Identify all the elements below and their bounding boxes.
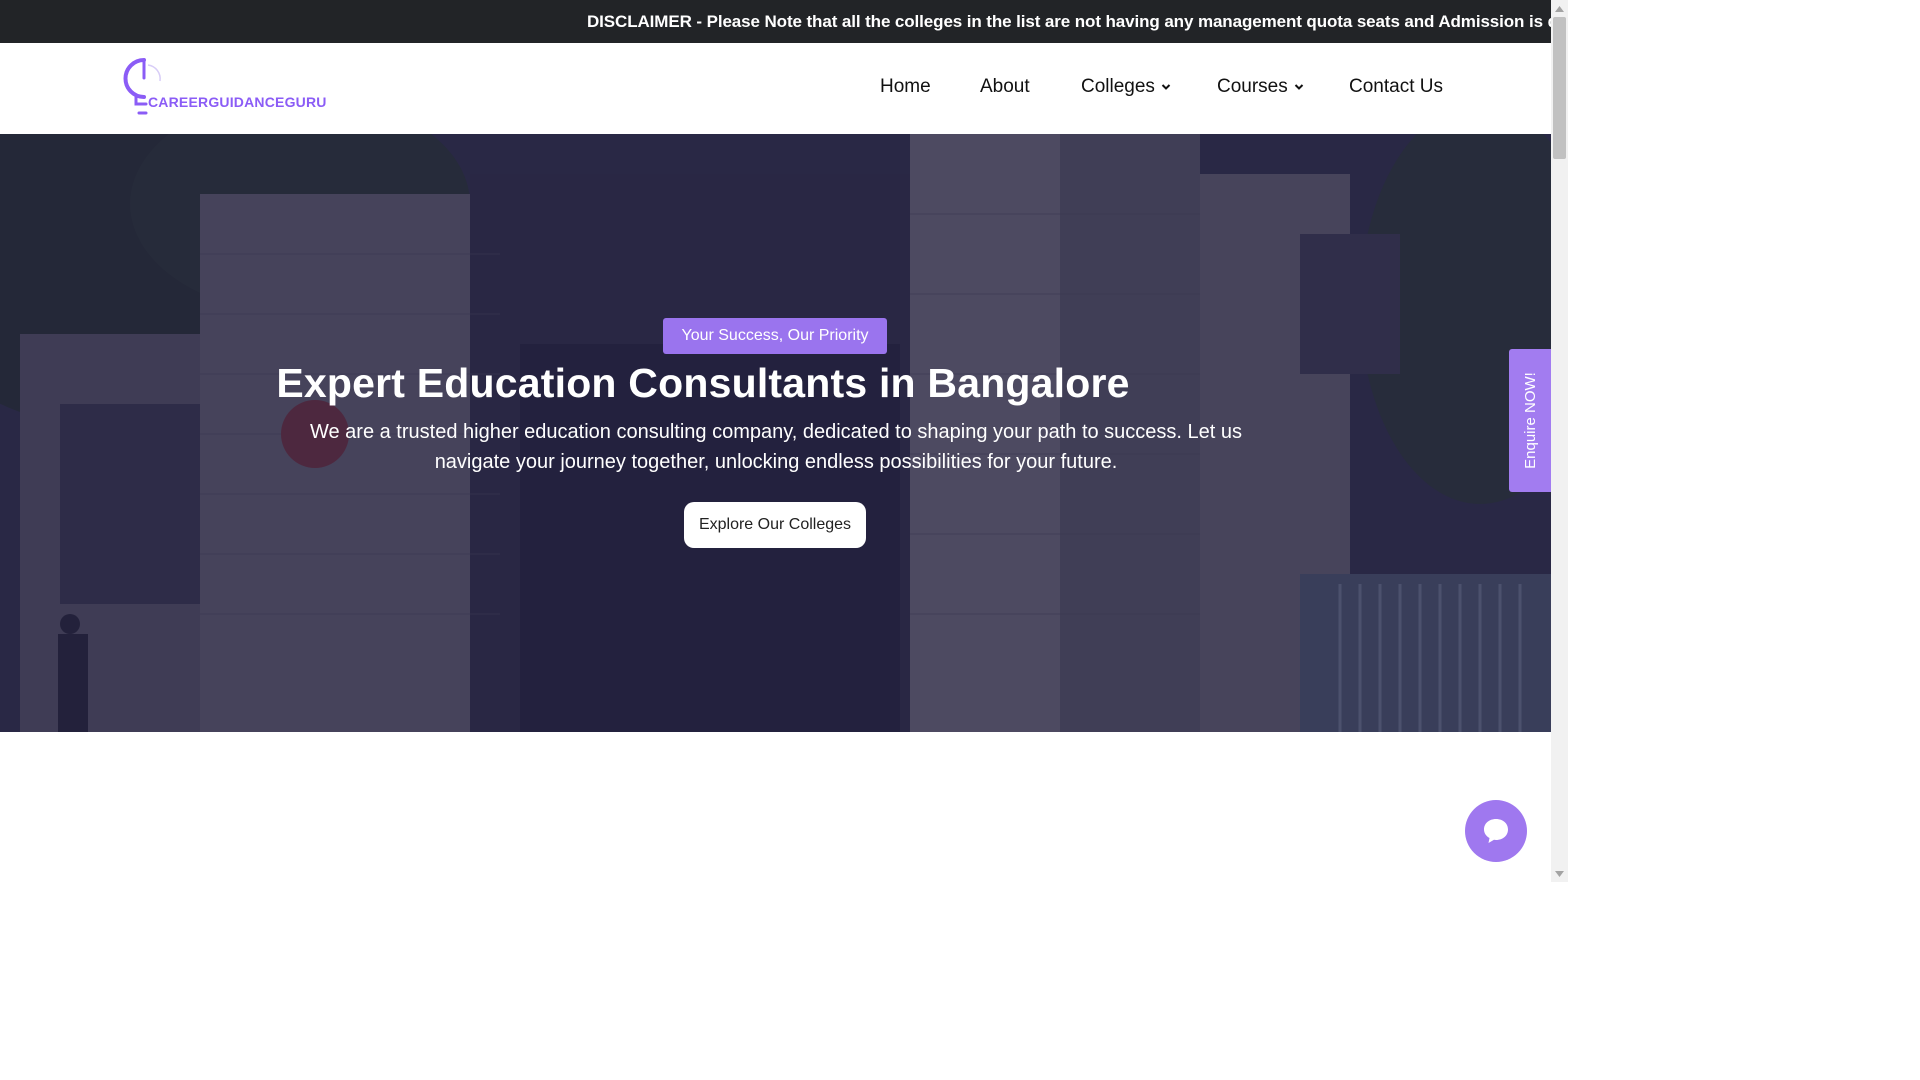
nav-courses[interactable]: Courses xyxy=(1217,76,1304,98)
scrollbar-thumb[interactable] xyxy=(1553,17,1566,159)
scroll-up-arrow-icon[interactable] xyxy=(1551,0,1568,17)
site-logo[interactable]: CAREERGUIDANCEGURU xyxy=(122,57,332,119)
nav-colleges-label: Colleges xyxy=(1081,76,1155,97)
enquire-now-label: Enquire NOW! xyxy=(1521,372,1539,469)
nav-courses-label: Courses xyxy=(1217,76,1288,97)
site-header: CAREERGUIDANCEGURU Home About Colleges C… xyxy=(0,43,1551,134)
explore-colleges-button[interactable]: Explore Our Colleges xyxy=(684,502,866,548)
nav-contact-label: Contact Us xyxy=(1349,76,1443,97)
hero-description: We are a trusted higher education consul… xyxy=(309,421,1243,473)
page-scrollbar[interactable] xyxy=(1551,0,1568,882)
enquire-now-tab[interactable]: Enquire NOW! xyxy=(1509,349,1551,492)
nav-home-label: Home xyxy=(880,76,931,97)
nav-about[interactable]: About xyxy=(980,76,1030,98)
nav-colleges[interactable]: Colleges xyxy=(1081,76,1171,98)
logo-wordmark: CAREERGUIDANCEGURU xyxy=(148,94,327,110)
nav-contact[interactable]: Contact Us xyxy=(1349,76,1443,98)
chevron-down-icon xyxy=(1294,84,1303,90)
chevron-down-icon xyxy=(1161,84,1171,90)
disclaimer-text: DISCLAIMER - Please Note that all the co… xyxy=(587,12,1551,31)
chat-button[interactable] xyxy=(1465,800,1527,862)
hero-section: Your Success, Our Priority Expert Educat… xyxy=(0,134,1551,732)
nav-about-label: About xyxy=(980,76,1030,97)
nav-home[interactable]: Home xyxy=(880,76,931,98)
scroll-down-arrow-icon[interactable] xyxy=(1551,865,1568,882)
chat-bubble-icon xyxy=(1484,819,1508,843)
hero-title: Expert Education Consultants in Bangalor… xyxy=(276,360,1130,406)
tagline-badge: Your Success, Our Priority xyxy=(663,318,887,354)
disclaimer-ticker: DISCLAIMER - Please Note that all the co… xyxy=(0,0,1551,43)
